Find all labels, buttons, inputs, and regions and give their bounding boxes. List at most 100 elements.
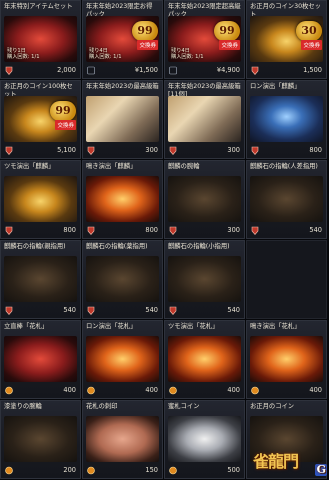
quantity-value: 99: [219, 24, 235, 37]
gem-currency-icon: [251, 146, 259, 155]
purchase-limit: 残り1日 購入回数: 1/1: [7, 48, 40, 61]
price-row: 540: [249, 225, 322, 236]
item-price: 1,500: [303, 66, 322, 74]
item-name: 蜜札コイン: [168, 403, 200, 410]
price-row: 800: [85, 225, 158, 236]
coin-currency-icon: [87, 466, 95, 475]
shop-item-card[interactable]: ツモ演出「花札」 400: [164, 320, 245, 399]
shop-item-card[interactable]: 年末特別アイテムセット 残り1日 購入回数: 1/1 2,000: [0, 0, 81, 79]
price-row: 540: [167, 305, 240, 316]
shop-item-card[interactable]: 麒麟石の指輪(薬指用) 540: [82, 240, 163, 319]
gem-currency-icon: [5, 66, 13, 75]
item-price: 300: [227, 226, 240, 234]
gem-currency-icon: [87, 306, 95, 315]
item-image: [168, 256, 241, 302]
item-image: [4, 256, 77, 302]
price-row: 2,000: [3, 65, 76, 76]
item-price: 800: [145, 226, 158, 234]
shop-item-card[interactable]: 漆塗りの腕輪 200: [0, 400, 81, 479]
voucher-tag: 交換券: [137, 40, 158, 50]
item-image: [250, 176, 323, 222]
price-row: 400: [85, 385, 158, 396]
gem-currency-icon: [5, 146, 13, 155]
item-price: 540: [145, 306, 158, 314]
item-name: 麒麟石の指輪(人差指用): [250, 163, 318, 170]
item-name: 立直棒「花札」: [4, 323, 49, 330]
item-image: [168, 96, 241, 142]
item-name: 麒麟石の指輪(親指用): [4, 243, 66, 250]
shop-item-card[interactable]: 花札の刺印 150: [82, 400, 163, 479]
shop-item-card[interactable]: 蜜札コイン 500: [164, 400, 245, 479]
shop-item-card[interactable]: 麒麟の腕輪 300: [164, 160, 245, 239]
item-image: [86, 256, 159, 302]
coin-currency-icon: [251, 386, 259, 395]
coin-currency-icon: [169, 466, 177, 475]
item-image: [250, 96, 323, 142]
item-price: 540: [309, 226, 322, 234]
shop-item-card[interactable]: お正月のコイン100枚セット 99 交換券 5,100: [0, 80, 81, 159]
price-row: 800: [3, 225, 76, 236]
item-price: ¥1,500: [134, 66, 158, 74]
price-row: 400: [3, 385, 76, 396]
price-row: 200: [3, 465, 76, 476]
item-price: 300: [227, 146, 240, 154]
price-row: 300: [167, 145, 240, 156]
shop-item-card[interactable]: 鳴き演出「麒麟」 800: [82, 160, 163, 239]
price-row: 500: [167, 465, 240, 476]
quantity-badge: 99: [50, 101, 76, 121]
item-image: [4, 176, 77, 222]
shop-item-card[interactable]: ロン演出「花札」 400: [82, 320, 163, 399]
item-name: 麒麟の腕輪: [168, 163, 200, 170]
shop-item-card[interactable]: 麒麟石の指輪(人差指用) 540: [246, 160, 327, 239]
shop-item-card[interactable]: 年末年始2023限定超高級 パック 99 交換券 残り4日 購入回数: 1/1 ¥4,9…: [164, 0, 245, 79]
price-row: ¥4,900: [167, 65, 240, 76]
item-name: 麒麟石の指輪(薬指用): [86, 243, 148, 250]
price-tag-icon: [169, 66, 177, 75]
item-image: [86, 416, 159, 462]
item-price: 800: [309, 146, 322, 154]
item-price: 800: [63, 226, 76, 234]
price-row: 5,100: [3, 145, 76, 156]
gem-currency-icon: [251, 226, 259, 235]
item-name: ツモ演出「麒麟」: [4, 163, 55, 170]
shop-item-card[interactable]: 立直棒「花札」 400: [0, 320, 81, 399]
watermark-badge: G: [314, 463, 327, 476]
item-image: [4, 336, 77, 382]
item-price: 5,100: [57, 146, 76, 154]
shop-item-card[interactable]: ツモ演出「麒麟」 800: [0, 160, 81, 239]
quantity-value: 30: [301, 24, 317, 37]
quantity-value: 99: [137, 24, 153, 37]
item-name: ロン演出「麒麟」: [250, 83, 301, 90]
purchase-limit: 残り4日 購入回数: 1/1: [89, 48, 122, 61]
price-row: 150: [85, 465, 158, 476]
shop-item-card[interactable]: お正月のコイン30枚セッ ト 30 交換券 1,500: [246, 0, 327, 79]
shop-item-grid: 年末特別アイテムセット 残り1日 購入回数: 1/1 2,000 年末年始2023限定…: [0, 0, 329, 480]
item-image: [86, 336, 159, 382]
gem-currency-icon: [251, 66, 259, 75]
gem-currency-icon: [169, 226, 177, 235]
shop-item-card[interactable]: 年末年始2023の最高級箱 300: [82, 80, 163, 159]
shop-item-card[interactable]: 麒麟石の指輪(小指用) 540: [164, 240, 245, 319]
price-row: 540: [85, 305, 158, 316]
gem-currency-icon: [169, 306, 177, 315]
item-price: 2,000: [57, 66, 76, 74]
gem-currency-icon: [5, 306, 13, 315]
price-row: 800: [249, 145, 322, 156]
price-row: 400: [167, 385, 240, 396]
shop-item-card[interactable]: 麒麟石の指輪(親指用) 540: [0, 240, 81, 319]
shop-item-card[interactable]: 年末年始2023の最高級箱 [11個] 300: [164, 80, 245, 159]
watermark-text: 雀龍門: [253, 452, 299, 471]
item-image: [4, 416, 77, 462]
price-row: 1,500: [249, 65, 322, 76]
price-row: 540: [3, 305, 76, 316]
item-image: [86, 176, 159, 222]
shop-item-card[interactable]: 年末年始2023限定お得 パック 99 交換券 残り4日 購入回数: 1/1 ¥1,50…: [82, 0, 163, 79]
item-image: [86, 96, 159, 142]
shop-item-card[interactable]: ロン演出「麒麟」 800: [246, 80, 327, 159]
shop-item-card[interactable]: 鳴き演出「花札」 400: [246, 320, 327, 399]
watermark-logo: 雀龍門 G: [253, 448, 327, 478]
item-price: 300: [145, 146, 158, 154]
item-price: 200: [63, 466, 76, 474]
item-price: 540: [63, 306, 76, 314]
item-price: 400: [227, 386, 240, 394]
